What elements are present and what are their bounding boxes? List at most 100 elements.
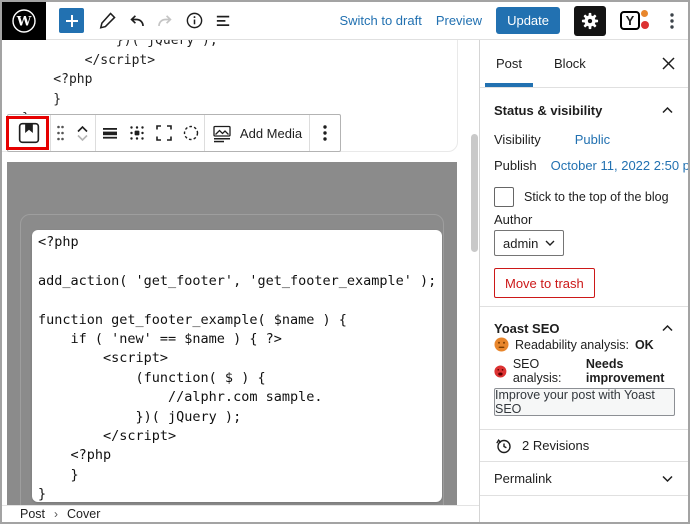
gear-icon xyxy=(581,12,599,29)
full-height-icon xyxy=(155,125,172,141)
chevron-up-icon xyxy=(662,106,673,114)
editor-options-button[interactable] xyxy=(664,8,680,34)
content-position-button[interactable] xyxy=(123,115,150,151)
settings-sidebar: Post Block Status & visibility Visibilit… xyxy=(479,40,688,522)
block-inserter-button[interactable] xyxy=(59,8,84,33)
edit-tool-button[interactable] xyxy=(94,8,120,34)
header-actions: Switch to draft Preview Update Y xyxy=(339,5,688,36)
header-tools xyxy=(94,8,236,34)
cover-block[interactable]: <?php add_action( 'get_footer', 'get_foo… xyxy=(7,162,457,507)
wordpress-icon: W xyxy=(12,8,36,33)
more-menu-icon xyxy=(670,12,674,29)
close-sidebar-button[interactable] xyxy=(648,40,688,87)
publish-value[interactable]: October 11, 2022 2:50 pm xyxy=(551,158,688,178)
status-visibility-title: Status & visibility xyxy=(494,102,603,118)
publish-row: Publish October 11, 2022 2:50 pm xyxy=(480,158,688,178)
code-line: <?php xyxy=(22,72,93,87)
duotone-icon xyxy=(183,125,198,141)
status-visibility-header[interactable]: Status & visibility xyxy=(480,88,688,132)
align-button[interactable] xyxy=(96,115,123,151)
readability-analysis-row: Readability analysis: OK xyxy=(494,337,654,352)
list-view-icon xyxy=(216,15,229,27)
yoast-icon: Y xyxy=(620,10,640,30)
visibility-value[interactable]: Public xyxy=(575,132,610,152)
yoast-seo-title: Yoast SEO xyxy=(494,320,560,336)
tab-block[interactable]: Block xyxy=(538,40,602,87)
permalink-header[interactable]: Permalink xyxy=(480,462,688,495)
add-media-button[interactable]: Add Media xyxy=(205,115,309,151)
revisions-clock-icon xyxy=(496,438,511,453)
revisions-row[interactable]: 2 Revisions xyxy=(480,430,688,461)
pencil-icon xyxy=(99,12,116,29)
undo-button[interactable] xyxy=(123,8,149,34)
block-mover[interactable] xyxy=(69,115,95,151)
yoast-seo-button[interactable]: Y xyxy=(620,9,650,32)
seo-label: SEO analysis: xyxy=(512,357,562,385)
wordpress-logo[interactable]: W xyxy=(2,2,46,40)
permalink-title: Permalink xyxy=(494,471,552,486)
improve-post-button[interactable]: Improve your post with Yoast SEO xyxy=(494,388,675,416)
full-height-button[interactable] xyxy=(150,115,177,151)
seo-face-icon xyxy=(494,365,507,377)
author-label-text: Author xyxy=(494,212,533,227)
seo-value: Needs improvement xyxy=(585,357,665,385)
undo-icon xyxy=(129,15,144,27)
more-options-icon xyxy=(323,125,327,141)
readability-label: Readability analysis: xyxy=(515,337,629,352)
wordpress-editor-window: })( jQuery ); </script> <?php } } xyxy=(0,0,690,524)
sticky-row: Stick to the top of the blog xyxy=(480,186,688,208)
chevron-up-icon xyxy=(662,324,673,332)
editor-header: W Switch to draft Preview Update Y xyxy=(2,2,688,40)
chevron-down-icon xyxy=(662,475,673,482)
preview-button[interactable]: Preview xyxy=(436,13,482,28)
yoast-red-dot-icon xyxy=(641,20,649,29)
publish-label: Publish xyxy=(494,158,537,173)
cover-code-text[interactable]: <?php add_action( 'get_footer', 'get_foo… xyxy=(32,230,442,502)
code-line: } xyxy=(22,91,62,107)
details-button[interactable] xyxy=(181,8,207,34)
panel-divider xyxy=(480,495,688,496)
move-down-icon xyxy=(76,134,88,141)
block-breadcrumb: Post › Cover xyxy=(2,505,479,522)
plus-icon xyxy=(65,14,78,27)
list-view-button[interactable] xyxy=(210,8,236,34)
cover-block-icon xyxy=(18,122,40,144)
media-icon xyxy=(213,125,231,143)
move-to-trash-button[interactable]: Move to trash xyxy=(494,268,595,298)
trash-row: Move to trash xyxy=(480,268,688,298)
sticky-checkbox[interactable] xyxy=(494,187,514,207)
drag-handle[interactable] xyxy=(51,115,69,151)
chevron-down-icon xyxy=(545,240,555,246)
code-line: </script> xyxy=(22,52,156,68)
tab-post[interactable]: Post xyxy=(480,40,538,87)
cover-block-type-button[interactable] xyxy=(8,115,50,151)
drag-handle-icon xyxy=(56,125,64,141)
switch-to-draft-button[interactable]: Switch to draft xyxy=(339,13,421,28)
canvas-scrollbar-thumb[interactable] xyxy=(471,134,478,252)
breadcrumb-cover[interactable]: Cover xyxy=(67,507,100,521)
cover-code-card[interactable]: <?php add_action( 'get_footer', 'get_foo… xyxy=(32,230,442,502)
block-toolbar: Add Media xyxy=(7,114,341,152)
breadcrumb-post[interactable]: Post xyxy=(20,507,45,521)
close-icon xyxy=(661,57,675,70)
yoast-orange-dot-icon xyxy=(641,9,648,17)
author-label: Author xyxy=(480,212,688,227)
visibility-label: Visibility xyxy=(494,132,541,147)
author-value: admin xyxy=(503,235,539,251)
update-button[interactable]: Update xyxy=(496,7,560,34)
sidebar-tabs: Post Block xyxy=(480,40,688,88)
sticky-label: Stick to the top of the blog xyxy=(524,190,669,204)
readability-face-icon xyxy=(494,337,509,352)
settings-button[interactable] xyxy=(574,5,606,36)
redo-icon xyxy=(157,15,172,27)
block-options-button[interactable] xyxy=(310,115,340,151)
redo-button[interactable] xyxy=(152,8,178,34)
align-icon xyxy=(102,128,117,139)
author-select[interactable]: admin xyxy=(494,230,565,256)
move-up-icon xyxy=(76,125,88,132)
content-position-icon xyxy=(129,126,144,140)
info-icon xyxy=(186,12,202,29)
readability-value: OK xyxy=(634,337,654,352)
add-media-label: Add Media xyxy=(239,125,303,141)
duotone-filter-button[interactable] xyxy=(177,115,204,151)
